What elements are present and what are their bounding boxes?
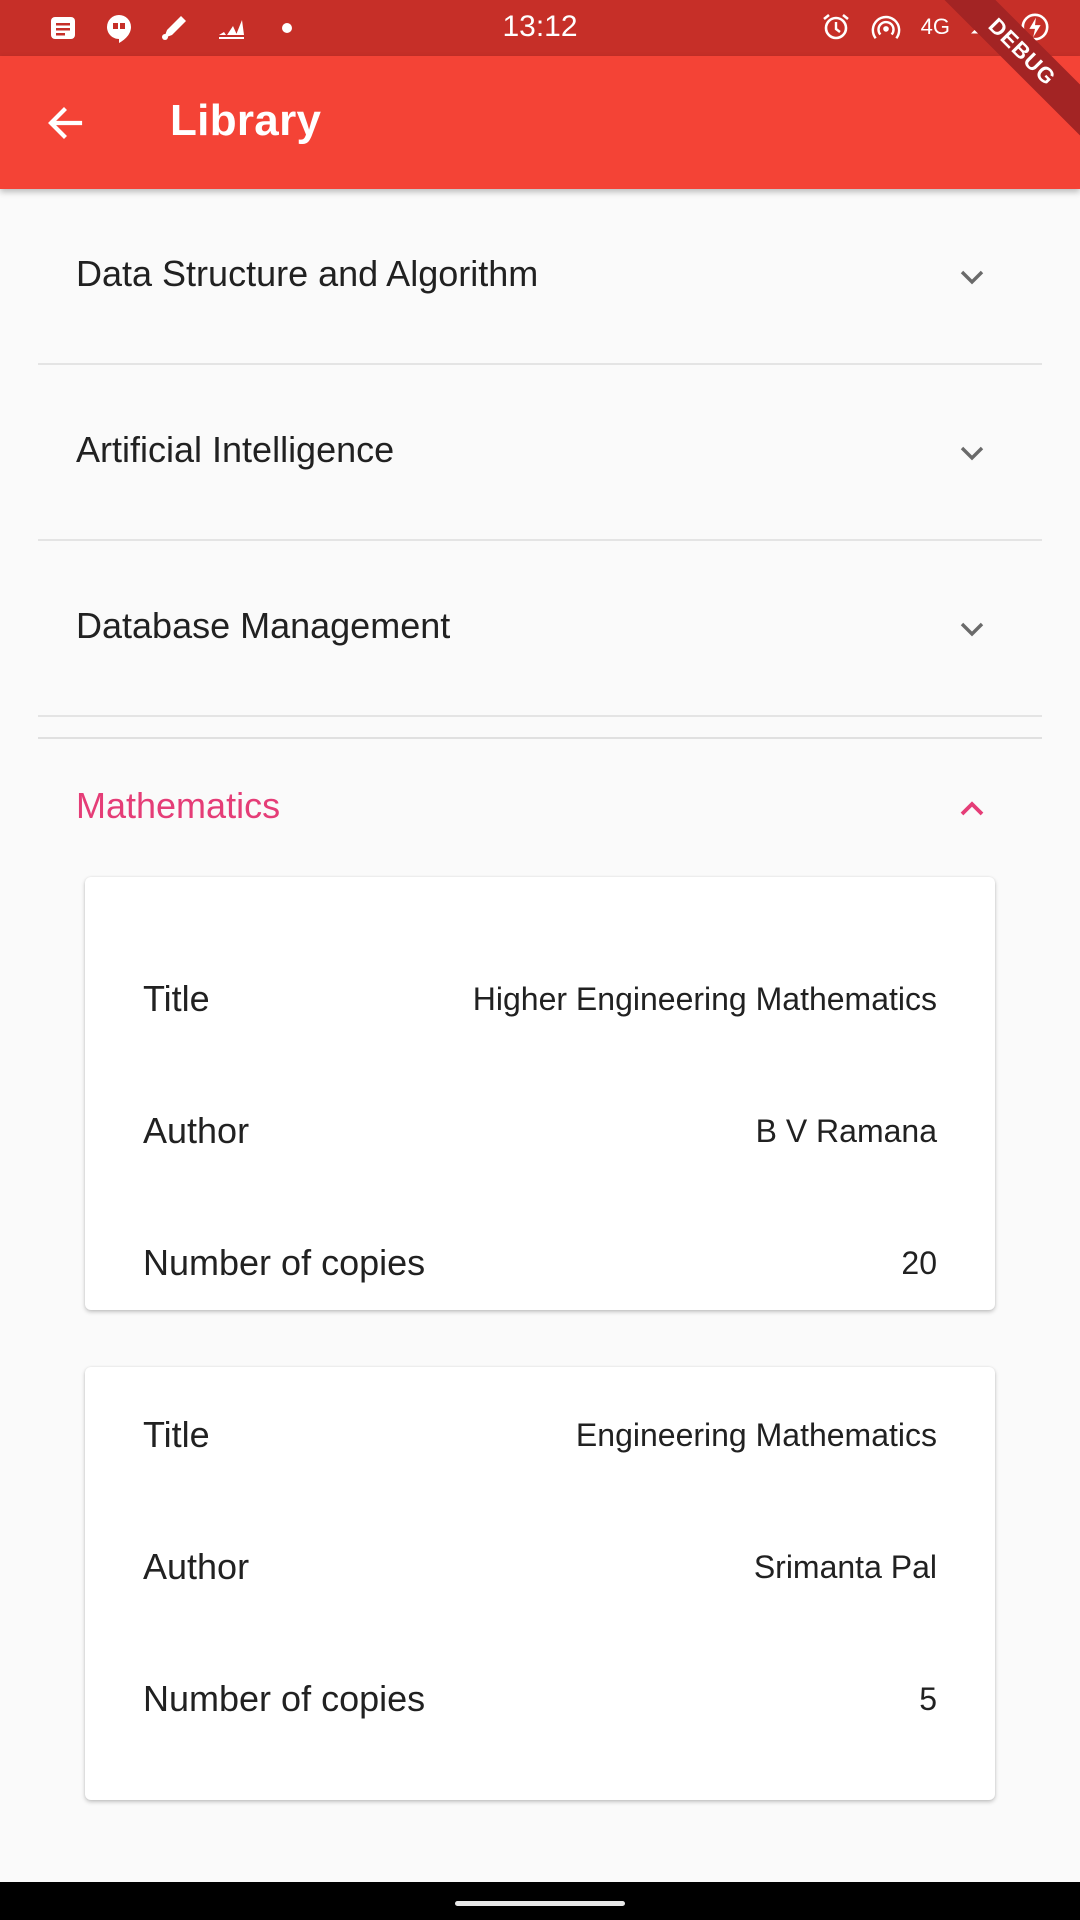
book-title: Higher Engineering Mathematics (472, 980, 937, 1017)
title-row: Title Higher Engineering Mathematics (143, 969, 937, 1029)
status-bar: 13:12 4G (0, 0, 1080, 56)
panel-title: Data Structure and Algorithm (76, 253, 539, 294)
hotspot-icon (871, 13, 901, 41)
home-gesture-handle[interactable] (455, 1901, 625, 1906)
copies-label: Number of copies (143, 1242, 426, 1283)
expansion-panel-list: Data Structure and Algorithm Artificial … (0, 189, 1080, 1857)
arrow-back-icon (48, 107, 83, 139)
copies-label: Number of copies (143, 1678, 426, 1719)
author-row: Author Srimanta Pal (143, 1537, 937, 1597)
panel-data-structure[interactable]: Data Structure and Algorithm (38, 189, 1042, 365)
chevron-up-icon[interactable] (952, 789, 992, 829)
author-row: Author B V Ramana (143, 1101, 937, 1161)
copies-row: Number of copies 5 (143, 1669, 937, 1729)
divider (38, 717, 1042, 739)
page-title: Library (170, 96, 322, 145)
network-type: 4G (920, 14, 950, 39)
book-author: B V Ramana (755, 1112, 937, 1149)
chevron-down-icon[interactable] (952, 609, 992, 649)
author-label: Author (143, 1110, 250, 1151)
navigation-bar (0, 1882, 1080, 1920)
book-title: Engineering Mathematics (575, 1416, 937, 1453)
book-card: Title Engineering Mathematics Author Sri… (85, 1367, 995, 1800)
title-label: Title (143, 1414, 210, 1455)
panel-title: Database Management (76, 605, 451, 646)
title-row: Title Engineering Mathematics (143, 1405, 937, 1465)
book-author: Srimanta Pal (753, 1548, 937, 1585)
book-card: Title Higher Engineering Mathematics Aut… (85, 877, 995, 1310)
panel-mathematics[interactable]: Mathematics (38, 739, 1042, 877)
book-copies: 5 (919, 1680, 937, 1717)
back-button[interactable] (40, 98, 90, 148)
book-copies: 20 (901, 1244, 937, 1281)
chevron-down-icon[interactable] (952, 257, 992, 297)
title-label: Title (143, 978, 210, 1019)
chevron-down-icon[interactable] (952, 433, 992, 473)
app-bar: Library (0, 56, 1080, 189)
panel-database-management[interactable]: Database Management (38, 541, 1042, 717)
copies-row: Number of copies 20 (143, 1233, 937, 1293)
panel-artificial-intelligence[interactable]: Artificial Intelligence (38, 365, 1042, 541)
alarm-icon (821, 13, 851, 41)
author-label: Author (143, 1546, 250, 1587)
panel-title: Mathematics (76, 785, 281, 826)
panel-title: Artificial Intelligence (76, 429, 395, 470)
